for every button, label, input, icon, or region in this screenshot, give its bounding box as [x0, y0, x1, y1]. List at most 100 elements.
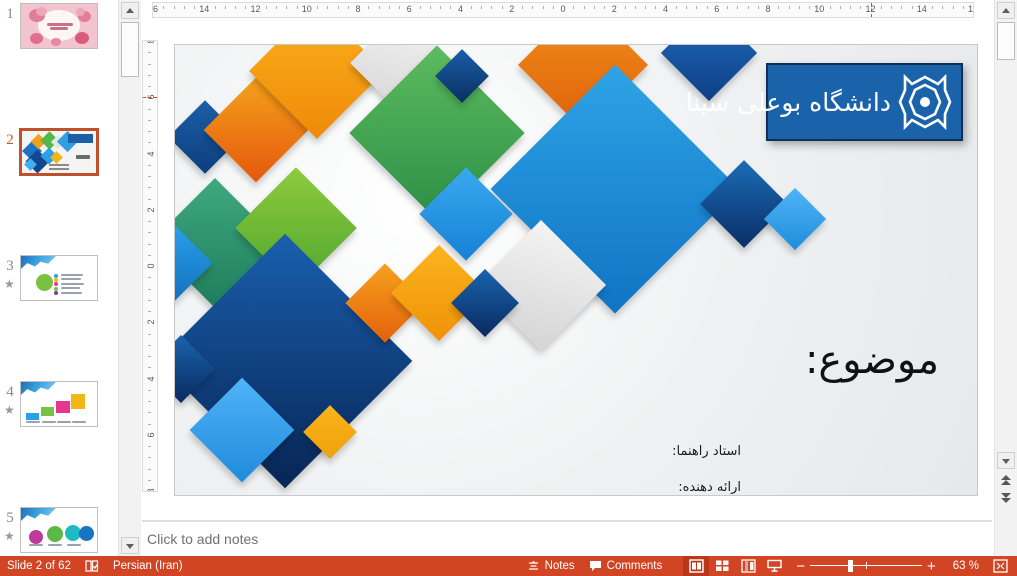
slide-presenter-text[interactable]: ارائه دهنده: — [678, 480, 741, 495]
ruler-tick-label: 0 — [146, 263, 156, 268]
ruler-tick — [532, 6, 533, 9]
ruler-tick-label: 2 — [146, 320, 156, 325]
ruler-tick-label: 4 — [146, 151, 156, 156]
slide-title-text[interactable]: موضوع: — [805, 337, 939, 383]
zoom-slider[interactable]: − + — [787, 556, 945, 576]
spell-check-icon[interactable] — [78, 556, 106, 576]
ruler-tick — [491, 6, 492, 9]
ruler-tick — [148, 356, 151, 357]
slide-thumbnail-2[interactable]: 2 — [0, 126, 118, 189]
slide-sorter-view-button[interactable] — [709, 556, 735, 576]
slide-thumbnail-pane[interactable]: 1 2 — [0, 0, 118, 556]
ruler-tick — [399, 6, 400, 9]
ruler-tick-label: 6 — [146, 432, 156, 437]
slide-thumbnail-3[interactable]: 3 ★ — [0, 252, 118, 315]
previous-slide-button[interactable] — [998, 472, 1014, 487]
ruler-tick — [881, 6, 882, 9]
ruler-tick — [148, 480, 151, 481]
ruler-tick — [148, 131, 151, 132]
thumbnail-number: 2 — [2, 132, 18, 149]
ruler-tick-label: 14 — [199, 4, 209, 14]
zoom-out-button[interactable]: − — [791, 559, 810, 574]
slide-thumbnail-5[interactable]: 5 ★ — [0, 504, 118, 556]
notes-pane[interactable]: Click to add notes — [142, 523, 997, 555]
ruler-tick — [543, 6, 544, 9]
ruler-tick — [148, 86, 151, 87]
ruler-tick — [953, 6, 954, 9]
scroll-up-button[interactable] — [997, 2, 1015, 19]
thumbnail-preview[interactable] — [20, 255, 98, 301]
slide-thumbnail-4[interactable]: 4 ★ — [0, 378, 118, 441]
ruler-tick — [758, 6, 759, 9]
ruler-tick — [286, 6, 287, 9]
thumbnail-scroll-up-button[interactable] — [121, 2, 139, 19]
language-indicator[interactable]: Persian (Iran) — [106, 556, 190, 576]
slide-area-scrollbar[interactable] — [994, 0, 1017, 556]
zoom-in-button[interactable]: + — [922, 559, 941, 574]
ruler-tick — [912, 6, 913, 9]
ruler-tick — [338, 6, 339, 9]
ruler-tick — [163, 6, 164, 9]
slide-thumbnail-1[interactable]: 1 — [0, 0, 118, 63]
scrollbar-thumb[interactable] — [997, 22, 1015, 60]
zoom-level-label[interactable]: 63 % — [945, 560, 987, 572]
thumbnail-preview[interactable] — [20, 3, 98, 49]
ruler-tick — [148, 255, 151, 256]
notes-button[interactable]: Notes — [520, 556, 582, 576]
ruler-tick — [148, 52, 151, 53]
thumbnail-preview[interactable] — [20, 507, 98, 553]
ruler-tick — [932, 6, 933, 9]
ruler-tick — [727, 6, 728, 9]
ruler-position-marker — [143, 97, 157, 98]
notes-pane-splitter[interactable] — [142, 520, 992, 522]
ruler-tick — [778, 6, 779, 9]
ruler-tick — [148, 109, 151, 110]
comments-button[interactable]: Comments — [582, 556, 670, 576]
ruler-tick — [891, 6, 892, 9]
thumbnail-pane-scrollbar[interactable] — [118, 0, 141, 556]
scroll-down-button[interactable] — [997, 452, 1015, 469]
vertical-ruler[interactable]: 864202468 — [142, 40, 158, 492]
ruler-tick-label: 6 — [714, 4, 719, 14]
slide-editing-area[interactable]: دانشگاه بوعلی سینا موضوع: استاد راهنما: … — [160, 22, 978, 522]
ruler-tick — [676, 6, 677, 9]
slide-show-view-button[interactable] — [761, 556, 787, 576]
ruler-tick-label: 8 — [146, 40, 156, 44]
fit-slide-to-window-button[interactable] — [987, 556, 1013, 576]
reading-view-button[interactable] — [735, 556, 761, 576]
ruler-tick-label: 6 — [407, 4, 412, 14]
zoom-slider-handle[interactable] — [848, 560, 853, 572]
ruler-tick — [148, 469, 151, 470]
ruler-tick-label: 4 — [146, 376, 156, 381]
thumbnail-preview[interactable] — [20, 381, 98, 427]
slide-canvas[interactable]: دانشگاه بوعلی سینا موضوع: استاد راهنما: … — [174, 44, 978, 496]
thumbnail-scroll-down-button[interactable] — [121, 537, 139, 554]
ruler-tick — [430, 6, 431, 9]
ruler-tick — [215, 6, 216, 9]
university-logo-text: دانشگاه بوعلی سینا — [686, 88, 895, 117]
horizontal-ruler[interactable]: 1614121086420246810121416 — [152, 2, 974, 18]
ruler-tick — [799, 6, 800, 9]
zoom-slider-track[interactable] — [810, 556, 922, 576]
thumbnail-scrollbar-thumb[interactable] — [121, 22, 139, 77]
powerpoint-window: 1 2 — [0, 0, 1017, 576]
thumbnail-preview[interactable] — [19, 128, 99, 176]
normal-view-button[interactable] — [683, 556, 709, 576]
ruler-tick — [148, 446, 151, 447]
ruler-tick-label: 16 — [152, 4, 158, 14]
slide-counter[interactable]: Slide 2 of 62 — [0, 556, 78, 576]
ruler-tick — [655, 6, 656, 9]
ruler-tick — [686, 6, 687, 9]
ruler-tick — [389, 6, 390, 9]
ruler-tick — [625, 6, 626, 9]
ruler-tick-label: 10 — [302, 4, 312, 14]
ruler-tick — [148, 424, 151, 425]
ruler-tick — [594, 6, 595, 9]
next-slide-button[interactable] — [998, 490, 1014, 505]
slide-supervisor-text[interactable]: استاد راهنما: — [672, 444, 741, 459]
ruler-tick-label: 0 — [560, 4, 565, 14]
ruler-tick — [789, 6, 790, 9]
ruler-tick-label: 2 — [146, 207, 156, 212]
ruler-tick — [604, 6, 605, 9]
ruler-tick — [148, 390, 151, 391]
